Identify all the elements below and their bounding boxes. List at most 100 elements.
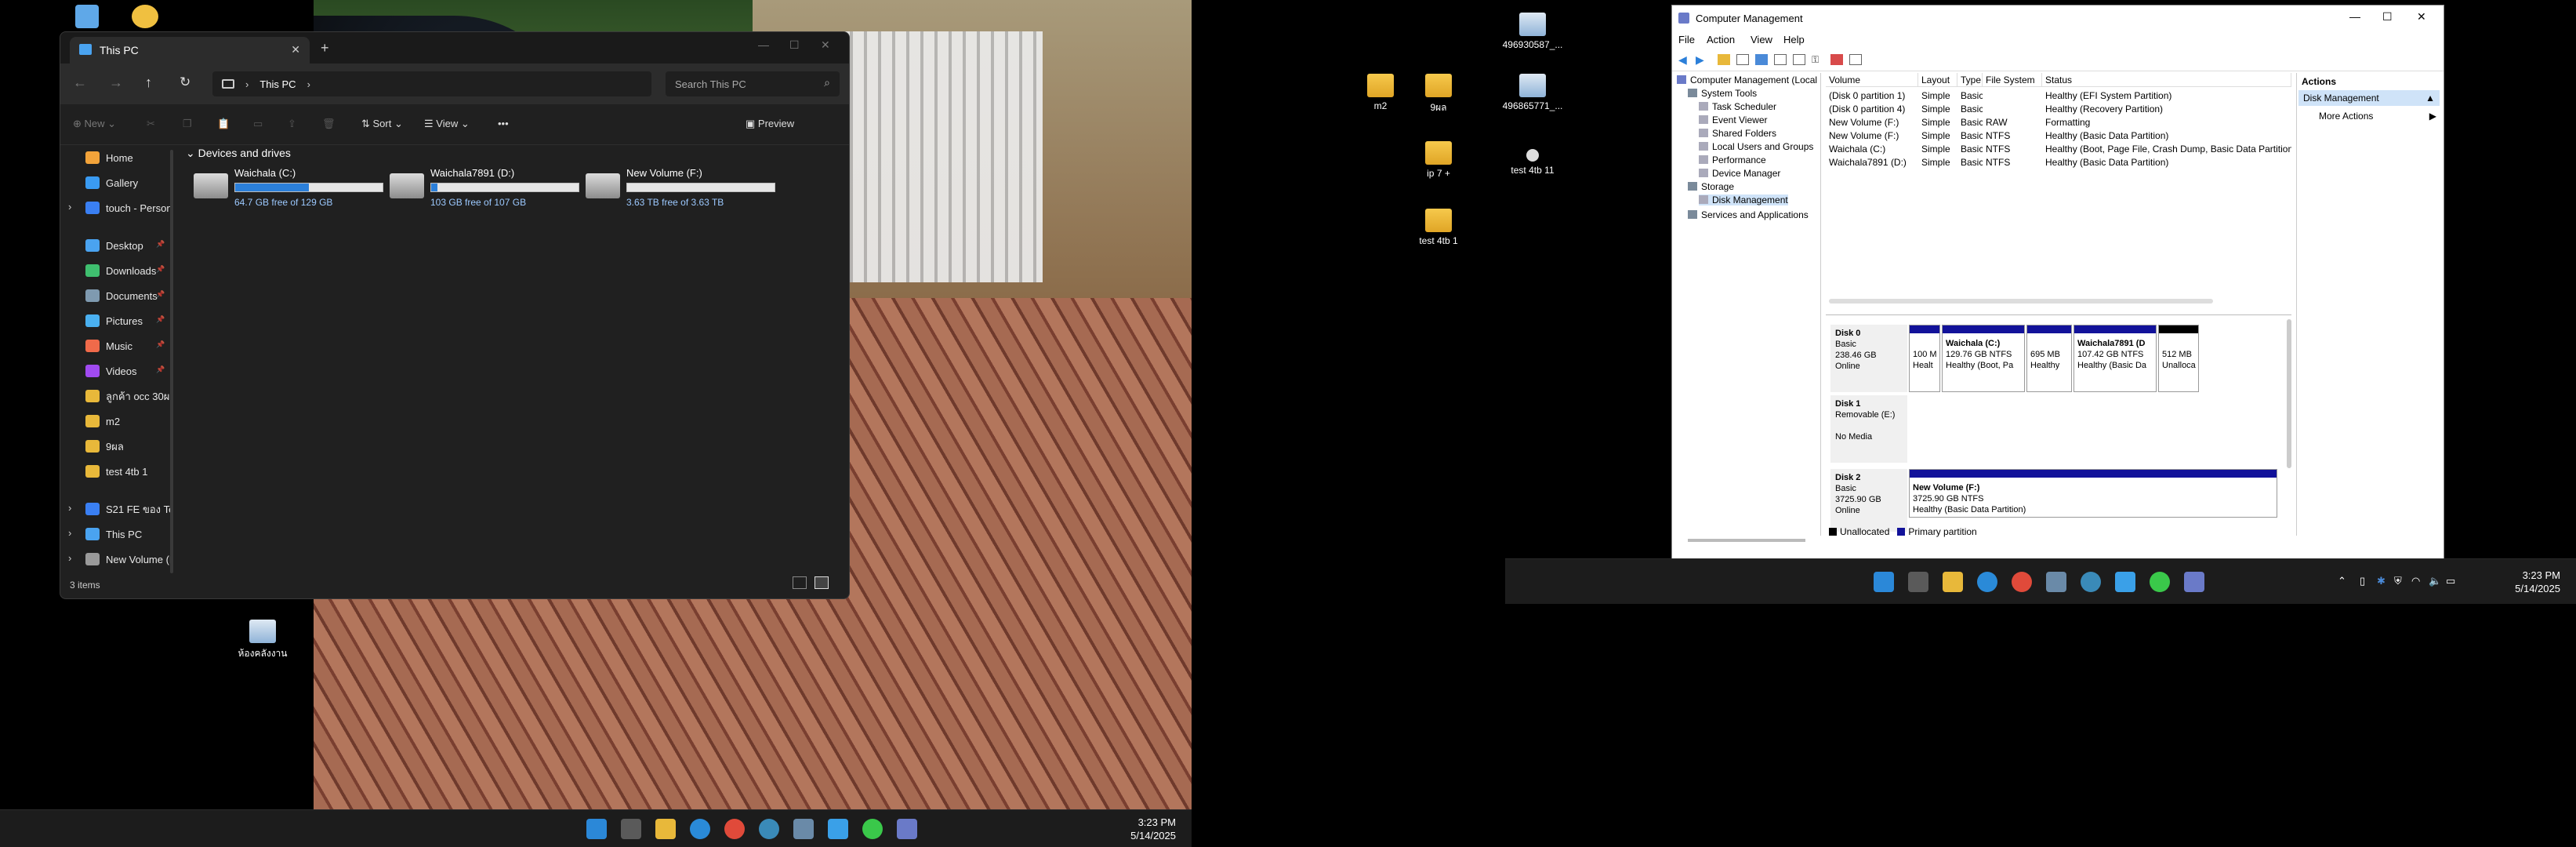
- minimize-icon[interactable]: —: [2349, 10, 2360, 23]
- clock-left[interactable]: 3:23 PM 5/14/2025: [1082, 816, 1176, 842]
- sidebar-item-13[interactable]: › S21 FE ของ Touc: [60, 498, 170, 520]
- column-header-1[interactable]: Layout: [1918, 73, 1957, 87]
- list-icon[interactable]: [1793, 54, 1805, 65]
- actions-disk-management[interactable]: Disk Management ▲: [2298, 90, 2440, 106]
- window-icon[interactable]: [1849, 54, 1862, 65]
- folder-icon[interactable]: [1718, 54, 1730, 65]
- key-icon[interactable]: ⚿: [1812, 54, 1824, 65]
- edge-icon[interactable]: [690, 819, 710, 839]
- maximize-icon[interactable]: ☐: [2382, 10, 2393, 24]
- volume-row[interactable]: (Disk 0 partition 1) Simple Basic Healthy (…: [1826, 89, 2291, 102]
- new-button[interactable]: ⊕ New ⌄: [73, 118, 116, 130]
- chevron-right-icon[interactable]: ›: [68, 201, 71, 213]
- tree-node-4[interactable]: Shared Folders: [1699, 128, 1776, 139]
- cut-icon[interactable]: ✂: [147, 118, 155, 130]
- properties-icon[interactable]: [1774, 54, 1787, 65]
- desktop-icon-image-1[interactable]: 496865771_...: [1497, 74, 1568, 111]
- sidebar-item-11[interactable]: 9ผล: [60, 435, 170, 457]
- file-explorer-window[interactable]: This PC ✕ + — ☐ ✕ ← → ↑ ↻ › This PC › Se…: [60, 31, 850, 599]
- disk-label-0[interactable]: Disk 0 Basic 238.46 GB Online: [1830, 325, 1907, 392]
- refresh-icon[interactable]: ↻: [180, 75, 190, 90]
- menu-view[interactable]: View: [1751, 34, 1772, 45]
- horizontal-scrollbar[interactable]: [1829, 299, 2213, 304]
- partition-block[interactable]: 512 MB Unalloca: [2158, 325, 2199, 392]
- usb-icon[interactable]: ▯: [2360, 575, 2365, 587]
- close-icon[interactable]: ✕: [821, 38, 830, 52]
- sidebar-item-6[interactable]: Pictures 📌: [60, 310, 170, 332]
- sidebar-item-0[interactable]: Home: [60, 147, 170, 169]
- share-icon[interactable]: ⇪: [288, 118, 296, 130]
- clock-right[interactable]: 3:23 PM 5/14/2025: [2466, 569, 2560, 595]
- line-icon[interactable]: [2150, 572, 2170, 592]
- sidebar-item-4[interactable]: Downloads 📌: [60, 260, 170, 282]
- disk-label-1[interactable]: Disk 1 Removable (E:) No Media: [1830, 395, 1907, 463]
- chevron-right-icon[interactable]: ›: [68, 502, 71, 514]
- cm-titlebar[interactable]: Computer Management — ☐ ✕: [1672, 5, 2444, 31]
- sidebar-item-15[interactable]: › New Volume (F:: [60, 548, 170, 570]
- preview-button[interactable]: ▣ Preview: [746, 118, 794, 130]
- bluetooth-icon[interactable]: ✱: [2377, 575, 2386, 587]
- drive-tile[interactable]: New Volume (F:) 3.63 TB free of 3.63 TB: [586, 167, 782, 211]
- calculator-icon[interactable]: [793, 819, 814, 839]
- sidebar-item-7[interactable]: Music 📌: [60, 335, 170, 357]
- computer-management-taskbar-icon[interactable]: [897, 819, 917, 839]
- partition-block[interactable]: Waichala7891 (D 107.42 GB NTFS Healthy (Ba…: [2073, 325, 2157, 392]
- back-icon[interactable]: ◀: [1678, 53, 1687, 67]
- sidebar-item-3[interactable]: Desktop 📌: [60, 234, 170, 256]
- file-explorer-taskbar-icon[interactable]: [1943, 572, 1963, 592]
- app-icon[interactable]: [2115, 572, 2135, 592]
- close-icon[interactable]: ✕: [2417, 10, 2426, 24]
- tree-node-3[interactable]: Event Viewer: [1699, 115, 1767, 125]
- tree-node-5[interactable]: Local Users and Groups: [1699, 141, 1813, 152]
- chrome-icon[interactable]: [2012, 572, 2032, 592]
- volume-row[interactable]: Waichala (C:) Simple Basic NTFS Healthy (Boo…: [1826, 142, 2291, 155]
- sidebar-item-5[interactable]: Documents 📌: [60, 285, 170, 307]
- task-view-icon[interactable]: [621, 819, 641, 839]
- sort-button[interactable]: ⇅ Sort ⌄: [361, 118, 403, 130]
- recycle-bin-icon[interactable]: [75, 5, 99, 28]
- new-tab-icon[interactable]: +: [321, 40, 329, 56]
- sidebar-item-1[interactable]: Gallery: [60, 172, 170, 194]
- tree-node-8[interactable]: Storage: [1688, 181, 1734, 192]
- drive-tile[interactable]: Waichala7891 (D:) 103 GB free of 107 GB: [390, 167, 586, 211]
- desktop-icon-test4tb11[interactable]: test 4tb 11: [1497, 149, 1568, 176]
- close-tab-icon[interactable]: ✕: [291, 43, 300, 56]
- check-icon[interactable]: [1830, 54, 1843, 65]
- computer-management-taskbar-icon[interactable]: [2184, 572, 2204, 592]
- start-icon[interactable]: [586, 819, 607, 839]
- column-header-2[interactable]: Type: [1957, 73, 1983, 87]
- partition-block[interactable]: 100 M Healt: [1909, 325, 1940, 392]
- menu-action[interactable]: Action: [1707, 34, 1735, 45]
- forward-icon[interactable]: →: [109, 75, 123, 91]
- sidebar-item-8[interactable]: Videos 📌: [60, 360, 170, 382]
- desktop-icon-9pon[interactable]: 9ผล: [1403, 74, 1474, 115]
- volume-row[interactable]: New Volume (F:) Simple Basic NTFS Healthy (B…: [1826, 129, 2291, 142]
- sidebar-item-14[interactable]: › This PC: [60, 523, 170, 545]
- battery-icon[interactable]: ▭: [2446, 575, 2455, 587]
- details-view-icon[interactable]: [793, 576, 807, 589]
- column-header-4[interactable]: Status: [2042, 73, 2291, 87]
- desktop-icon-test4tb1[interactable]: test 4tb 1: [1403, 209, 1474, 246]
- sidebar-item-9[interactable]: ลูกค้า occ 30ผล6: [60, 385, 170, 407]
- tree-node-9[interactable]: Disk Management: [1699, 194, 1788, 205]
- paste-icon[interactable]: 📋: [217, 118, 230, 130]
- line-icon[interactable]: [862, 819, 883, 839]
- volume-icon[interactable]: 🔈: [2429, 575, 2441, 587]
- calculator-icon[interactable]: [2046, 572, 2066, 592]
- tree-node-2[interactable]: Task Scheduler: [1699, 101, 1776, 112]
- address-bar[interactable]: › This PC ›: [212, 71, 651, 96]
- sidebar-scrollbar[interactable]: [170, 150, 173, 573]
- partition-block[interactable]: 695 MB Healthy: [2026, 325, 2072, 392]
- copy-icon[interactable]: ❐: [183, 118, 192, 130]
- column-header-0[interactable]: Volume: [1826, 73, 1918, 87]
- start-icon[interactable]: [1874, 572, 1894, 592]
- chevron-up-icon[interactable]: ⌃: [2338, 575, 2346, 587]
- delete-icon[interactable]: 🗑: [322, 118, 336, 130]
- partition-block[interactable]: Waichala (C:) 129.76 GB NTFS Healthy (Boot…: [1942, 325, 2025, 392]
- console-tree-icon[interactable]: [1736, 54, 1749, 65]
- wifi-icon[interactable]: ◠: [2411, 575, 2420, 587]
- tree-scrollbar[interactable]: [1688, 539, 1805, 542]
- desktop-icon-ip7[interactable]: ip 7 +: [1403, 141, 1474, 179]
- tab-this-pc[interactable]: This PC ✕: [70, 37, 310, 64]
- sidebar-item-10[interactable]: m2: [60, 410, 170, 432]
